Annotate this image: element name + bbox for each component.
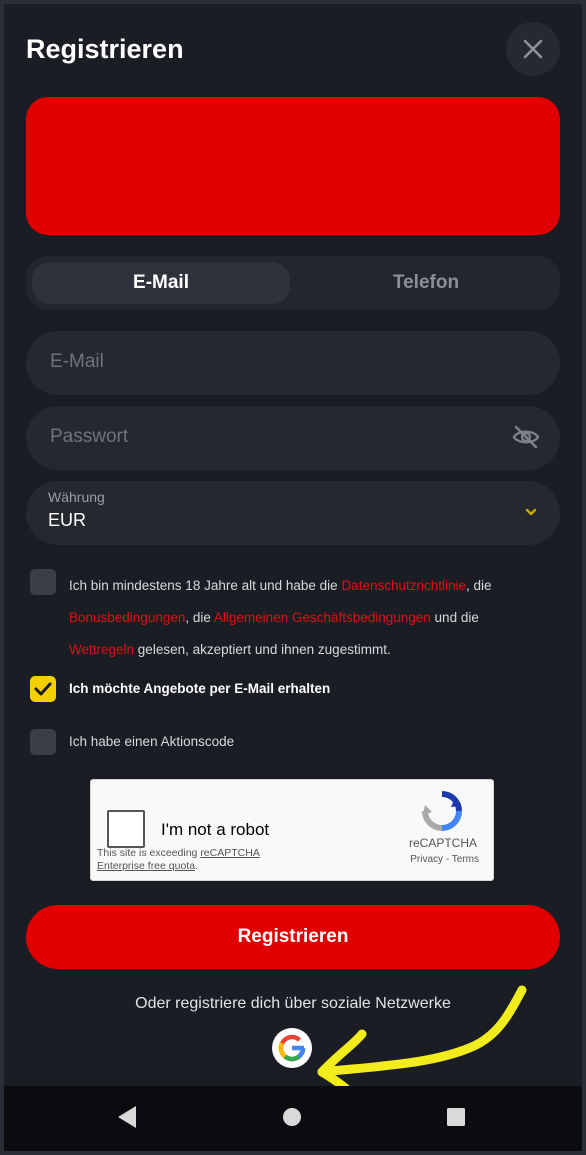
close-icon: [523, 39, 543, 59]
privacy-link[interactable]: Privacy: [410, 854, 443, 865]
offers-label: Ich möchte Angebote per E-Mail erhalten: [69, 681, 331, 696]
currency-label: Währung: [48, 489, 105, 505]
terms-text: und die: [430, 610, 479, 625]
promo-code-label: Ich habe einen Aktionscode: [69, 734, 235, 749]
currency-select[interactable]: Währung EUR: [26, 481, 560, 545]
promo-code-checkbox[interactable]: [30, 729, 56, 755]
promo-banner: [26, 97, 560, 235]
offers-checkbox[interactable]: [30, 676, 56, 702]
back-icon[interactable]: [116, 1104, 138, 1130]
separator: -: [443, 854, 452, 865]
registration-tabs: E-Mail Telefon: [26, 256, 560, 310]
recents-icon[interactable]: [446, 1107, 466, 1127]
recaptcha-label: I'm not a robot: [161, 820, 270, 839]
password-field[interactable]: Passwort: [26, 406, 560, 470]
quota-end: .: [195, 860, 198, 872]
social-register-label: Oder registriere dich über soziale Netzw…: [135, 995, 451, 1012]
tab-email[interactable]: E-Mail: [32, 262, 290, 304]
terms-consent-text: Ich bin mindestens 18 Jahre alt und habe…: [69, 570, 539, 666]
recaptcha-links: Privacy - Terms: [410, 854, 479, 865]
recaptcha-checkbox[interactable]: [107, 810, 145, 848]
register-button[interactable]: Registrieren: [26, 905, 560, 969]
close-button[interactable]: [506, 22, 560, 76]
currency-value: EUR: [48, 510, 87, 530]
betting-rules-link[interactable]: Wettregeln: [69, 642, 134, 657]
age-consent-checkbox[interactable]: [30, 569, 56, 595]
terms-link[interactable]: Terms: [452, 854, 479, 865]
tab-phone[interactable]: Telefon: [298, 262, 554, 304]
terms-text: , die: [185, 610, 214, 625]
password-placeholder: Passwort: [50, 426, 129, 447]
bonus-terms-link[interactable]: Bonusbedingungen: [69, 610, 185, 625]
general-terms-link[interactable]: Allgemeinen Geschäftsbedingungen: [214, 610, 431, 625]
android-nav-bar: [4, 1086, 582, 1151]
google-login-button[interactable]: [272, 1028, 312, 1068]
google-icon: [278, 1034, 306, 1062]
eye-off-icon[interactable]: [512, 425, 540, 449]
recaptcha-quota-notice: This site is exceeding reCAPTCHA Enterpr…: [97, 847, 307, 873]
recaptcha-logo-icon: [422, 791, 462, 831]
email-field[interactable]: E-Mail: [26, 331, 560, 395]
privacy-policy-link[interactable]: Datenschutzrichtlinie: [341, 578, 466, 593]
recaptcha-widget: I'm not a robot This site is exceeding r…: [90, 779, 494, 881]
terms-text: , die: [466, 578, 492, 593]
registration-modal: Registrieren E-Mail Telefon E-Mail Passw…: [4, 4, 582, 1151]
terms-text: gelesen, akzeptiert und ihnen zugestimmt…: [134, 642, 391, 657]
terms-text: Ich bin mindestens 18 Jahre alt und habe…: [69, 578, 342, 593]
chevron-down-icon: [525, 508, 537, 516]
home-icon[interactable]: [282, 1107, 302, 1127]
recaptcha-brand: reCAPTCHA: [408, 836, 477, 850]
check-icon: [34, 682, 52, 696]
email-placeholder: E-Mail: [50, 351, 104, 372]
quota-text: This site is exceeding: [97, 847, 201, 859]
page-title: Registrieren: [26, 34, 184, 64]
